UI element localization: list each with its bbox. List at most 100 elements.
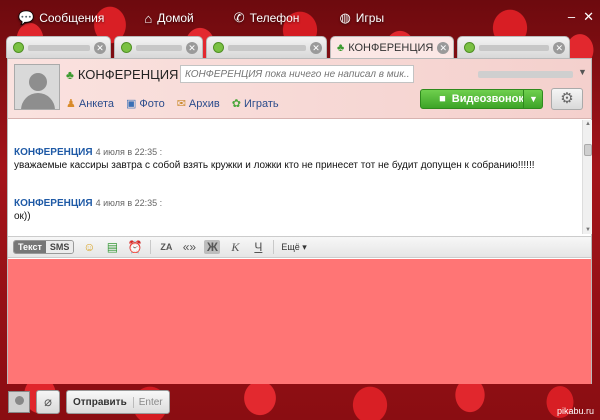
bottom-bar: ⌀ Отправить Enter xyxy=(0,384,600,420)
format-toolbar: Текст SMS ☺ ▤ ⏰ ZA «» Ж К Ч Ещё ▾ xyxy=(8,236,591,258)
conversation-title: ♣ КОНФЕРЕНЦИЯ xyxy=(66,67,178,82)
scroll-down-icon[interactable]: ▼ xyxy=(584,227,592,233)
archive-icon: ✉ xyxy=(176,98,186,110)
chat-bubble-icon: 💬 xyxy=(18,10,35,25)
header-links: ♟ Анкета ▣ Фото ✉ Архив ✿ Играть xyxy=(66,97,279,111)
tab-contact-2[interactable]: ✕ xyxy=(114,36,203,58)
close-tab-icon[interactable]: ✕ xyxy=(186,41,198,54)
nav-home[interactable]: ⌂ Домой xyxy=(144,11,193,26)
more-label: Ещё xyxy=(281,241,300,252)
smiley-icon[interactable]: ☺ xyxy=(81,240,97,254)
tab-contact-1[interactable]: ✕ xyxy=(6,36,111,58)
close-tab-icon[interactable]: ✕ xyxy=(553,41,566,54)
nav-messages-label: Сообщения xyxy=(39,11,105,25)
underline-icon[interactable]: Ч xyxy=(250,240,266,254)
games-link[interactable]: ✿ Играть xyxy=(231,97,279,111)
video-call-label: Видеозвонок xyxy=(451,93,524,105)
redacted-name xyxy=(479,44,550,51)
sticker-icon[interactable]: ▤ xyxy=(104,240,120,254)
scroll-thumb[interactable] xyxy=(584,144,592,156)
scroll-up-icon[interactable]: ▲ xyxy=(584,121,592,127)
quote-icon[interactable]: «» xyxy=(181,240,197,254)
mode-sms-button[interactable]: SMS xyxy=(45,241,74,253)
mode-switch: Текст SMS xyxy=(13,240,75,254)
watermark: pikabu.ru xyxy=(556,406,594,416)
close-tab-icon[interactable]: ✕ xyxy=(437,42,450,54)
attach-button[interactable]: ⌀ xyxy=(36,390,60,414)
chevron-down-icon[interactable]: ▼ xyxy=(578,67,587,77)
italic-icon[interactable]: К xyxy=(227,240,243,255)
more-menu[interactable]: Ещё ▾ xyxy=(281,242,306,253)
send-shortcut-label: Enter xyxy=(132,396,163,408)
message-item: КОНФЕРЕНЦИЯ 4 июля в 22:35 : уважаемые к… xyxy=(14,146,574,171)
paperclip-icon: ⌀ xyxy=(44,394,52,409)
close-tab-icon[interactable]: ✕ xyxy=(310,41,322,54)
nav-messages[interactable]: 💬 Сообщения xyxy=(18,10,104,26)
conversation-panel: ♣ КОНФЕРЕНЦИЯ ▼ ♟ Анкета ▣ Фото ✉ Архив … xyxy=(7,58,592,384)
mode-text-button[interactable]: Текст xyxy=(14,241,46,253)
avatar[interactable] xyxy=(14,64,60,110)
alarm-icon[interactable]: ⏰ xyxy=(127,240,143,254)
games-icon: ✿ xyxy=(231,98,241,110)
bold-icon[interactable]: Ж xyxy=(204,240,221,254)
message-author[interactable]: КОНФЕРЕНЦИЯ xyxy=(14,198,93,209)
send-label: Отправить xyxy=(73,396,127,408)
nav-games-label: Игры xyxy=(355,11,385,25)
online-status-icon xyxy=(121,42,132,53)
close-window-icon[interactable]: ✕ xyxy=(583,9,594,25)
message-history: КОНФЕРЕНЦИЯ 4 июля в 22:35 : уважаемые к… xyxy=(8,120,580,234)
message-time: 4 июля в 22:35 : xyxy=(95,198,163,208)
photo-link[interactable]: ▣ Фото xyxy=(126,97,165,111)
conference-icon: ♣ xyxy=(337,42,345,54)
online-status-icon xyxy=(13,42,24,53)
video-call-dropdown[interactable]: ▼ xyxy=(523,89,543,109)
online-status-icon xyxy=(213,42,224,53)
translit-icon[interactable]: ZA xyxy=(158,242,174,252)
conversation-header: ♣ КОНФЕРЕНЦИЯ ▼ ♟ Анкета ▣ Фото ✉ Архив … xyxy=(8,59,591,119)
photo-link-label: Фото xyxy=(139,97,165,110)
phone-icon: ✆ xyxy=(233,10,245,25)
tab-conference-label: КОНФЕРЕНЦИЯ xyxy=(348,42,434,54)
status-input[interactable] xyxy=(180,65,414,83)
online-status-icon xyxy=(464,42,476,53)
games-link-label: Играть xyxy=(243,97,279,110)
tab-contact-4[interactable]: ✕ xyxy=(457,36,571,58)
nav-phone-label: Телефон xyxy=(249,11,300,25)
send-button[interactable]: Отправить Enter xyxy=(66,390,170,414)
archive-link[interactable]: ✉ Архив xyxy=(176,97,220,111)
message-text: ок)) xyxy=(14,211,31,222)
home-icon: ⌂ xyxy=(144,10,153,26)
settings-button[interactable]: ⚙ xyxy=(551,88,583,110)
toolbar-divider xyxy=(273,240,275,254)
conference-icon: ♣ xyxy=(66,67,74,82)
minimize-icon[interactable]: – xyxy=(568,9,575,25)
message-author[interactable]: КОНФЕРЕНЦИЯ xyxy=(14,147,93,158)
nav-phone[interactable]: ✆ Телефон xyxy=(234,10,300,26)
video-camera-icon: ■ xyxy=(439,93,446,105)
profile-link[interactable]: ♟ Анкета xyxy=(66,97,115,111)
top-nav-bar: 💬 Сообщения ⌂ Домой ✆ Телефон ◍ Игры – ✕ xyxy=(0,0,600,36)
archive-link-label: Архив xyxy=(188,97,220,110)
redacted-name xyxy=(228,44,306,51)
toolbar-divider xyxy=(150,240,152,254)
conversation-title-text: КОНФЕРЕНЦИЯ xyxy=(77,67,179,82)
redacted-name xyxy=(136,44,182,51)
gear-icon: ⚙ xyxy=(560,90,574,107)
conversation-tabs: ✕ ✕ ✕ ♣ КОНФЕРЕНЦИЯ ✕ ✕ xyxy=(6,36,571,59)
my-avatar[interactable] xyxy=(8,391,30,413)
window-controls: – ✕ xyxy=(568,9,594,25)
tab-conference[interactable]: ♣ КОНФЕРЕНЦИЯ ✕ xyxy=(330,36,455,59)
profile-link-label: Анкета xyxy=(78,97,115,110)
close-tab-icon[interactable]: ✕ xyxy=(94,41,106,54)
camera-icon: ▣ xyxy=(126,98,137,110)
redacted-name xyxy=(28,44,90,51)
person-icon: ♟ xyxy=(66,98,76,110)
globe-icon: ◍ xyxy=(339,10,351,25)
message-time: 4 июля в 22:35 : xyxy=(95,147,163,157)
chat-scrollbar[interactable]: ▲ ▼ xyxy=(582,120,592,234)
message-input[interactable] xyxy=(8,259,591,384)
nav-games[interactable]: ◍ Игры xyxy=(339,10,384,26)
redacted-account xyxy=(478,71,573,78)
nav-home-label: Домой xyxy=(157,11,194,25)
tab-contact-3[interactable]: ✕ xyxy=(206,36,327,58)
